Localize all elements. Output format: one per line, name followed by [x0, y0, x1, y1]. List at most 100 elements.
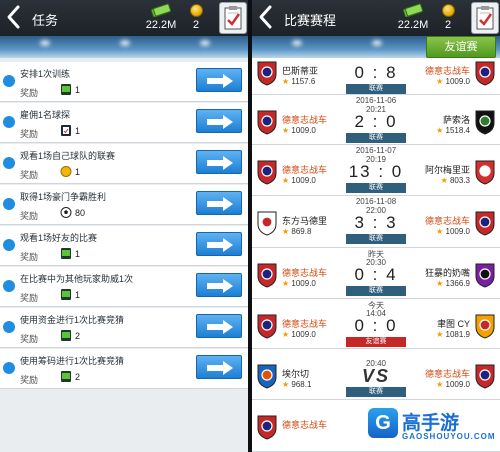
match-row[interactable]: 2016-11-06 20:21 德意志战车 ★ 1009.0 萨索洛 ★ 1518.4 2… — [252, 95, 500, 145]
money-icon — [60, 329, 72, 342]
go-button[interactable] — [196, 232, 242, 256]
match-score: 2 : 0 — [354, 112, 398, 131]
go-button[interactable] — [196, 68, 242, 92]
coin-balance: 2 — [444, 19, 452, 31]
home-team-name: 德意志战车 — [282, 165, 328, 175]
friendly-match-button[interactable]: 友谊赛 — [426, 36, 496, 58]
away-team-rating: ★ 1366.9 — [436, 279, 470, 288]
match-row[interactable]: 2016-11-08 22:00 东方马德里 ★ 869.8 德意志战车 ★ 1009.0… — [252, 196, 500, 248]
stadium-banner — [0, 36, 248, 58]
team-crest-icon — [257, 110, 277, 135]
team-crest-icon — [257, 364, 277, 389]
team-crest-icon — [475, 110, 495, 135]
home-team-rating: ★ 869.8 — [282, 227, 311, 236]
home-team-name: 德意志战车 — [282, 420, 328, 430]
clipboard-icon — [60, 124, 72, 137]
away-team-name: 萨索洛 — [442, 115, 470, 125]
star-icon: ★ — [282, 279, 290, 288]
star-icon: ★ — [282, 126, 290, 135]
home-team-name: 德意志战车 — [282, 268, 328, 278]
team-crest-icon — [257, 314, 277, 339]
task-description: 使用筹码进行1次比赛竞猜 — [20, 356, 125, 366]
arrow-right-icon — [207, 238, 233, 252]
rating-value: 1157.6 — [291, 77, 316, 86]
home-team-rating: ★ 1009.0 — [282, 176, 316, 185]
match-type-tag: 友谊赛 — [346, 337, 406, 347]
reward-label: 奖励 — [20, 88, 39, 98]
team-crest-icon — [257, 415, 277, 440]
go-button[interactable] — [196, 314, 242, 338]
task-row: 使用筹码进行1次比赛竞猜 奖励 2 — [0, 349, 248, 389]
clipboard-button[interactable] — [471, 2, 499, 34]
home-team-name: 德意志战车 — [282, 115, 328, 125]
arrow-right-icon — [207, 361, 233, 375]
back-icon[interactable] — [4, 4, 24, 30]
reward-label: 奖励 — [20, 375, 39, 385]
match-row[interactable]: 昨天 20:30 德意志战车 ★ 1009.0 狂暴的奶嘴 ★ 1366.9 0 : 4 联赛 — [252, 248, 500, 299]
match-score: 13 : 0 — [348, 162, 404, 181]
task-description: 使用资金进行1次比赛竞猜 — [20, 315, 125, 325]
back-icon[interactable] — [256, 4, 276, 30]
match-row[interactable]: 20:40 埃尔切 ★ 968.1 德意志战车 ★ 1009.0 VS 联赛 — [252, 349, 500, 400]
arrow-right-icon — [207, 279, 233, 293]
page-title: 任务 — [32, 13, 59, 28]
task-status-dot — [3, 116, 15, 128]
schedule-panel: 比赛赛程 22.2M 2 友谊赛 巴斯蒂亚 ★ 1157.6 德意志战车 ★ 1009… — [252, 0, 500, 452]
task-row: 雇佣1名球探 奖励 1 — [0, 103, 248, 143]
star-icon: ★ — [282, 227, 290, 236]
away-team-rating: ★ 1009.0 — [436, 380, 470, 389]
away-team-rating: ★ 1518.4 — [436, 126, 470, 135]
reward-value: 1 — [75, 167, 81, 177]
rating-value: 803.3 — [449, 176, 470, 185]
home-team-name: 德意志战车 — [282, 319, 328, 329]
arrow-right-icon — [207, 115, 233, 129]
reward-value: 2 — [75, 331, 81, 341]
away-team-name: 德意志战车 — [424, 66, 470, 76]
task-description: 雇佣1名球探 — [20, 110, 71, 120]
team-crest-icon — [475, 263, 495, 288]
task-row: 观看1场好友的比赛 奖励 1 — [0, 226, 248, 266]
away-team-name: 狂暴的奶嘴 — [424, 268, 470, 278]
go-button[interactable] — [196, 355, 242, 379]
away-team-rating: ★ 1009.0 — [436, 77, 470, 86]
go-button[interactable] — [196, 191, 242, 215]
money-balance: 22.2M — [397, 19, 429, 31]
reward-value: 80 — [75, 208, 86, 218]
task-description: 观看1场好友的比赛 — [20, 233, 98, 243]
task-description: 安排1次训练 — [20, 69, 71, 79]
page-title: 比赛赛程 — [284, 13, 337, 28]
rating-value: 1518.4 — [445, 126, 470, 135]
task-row: 在比赛中为其他玩家助威1次 奖励 1 — [0, 267, 248, 307]
reward-label: 奖励 — [20, 334, 39, 344]
money-icon — [403, 3, 423, 17]
arrow-right-icon — [207, 197, 233, 211]
home-team-rating: ★ 968.1 — [282, 380, 311, 389]
reward-value: 1 — [75, 290, 81, 300]
go-button[interactable] — [196, 273, 242, 297]
go-button[interactable] — [196, 109, 242, 133]
coin-icon — [190, 4, 203, 17]
coin-icon — [442, 4, 455, 17]
task-description: 取得1场豪门争霸胜利 — [20, 192, 107, 202]
money-icon — [60, 247, 72, 260]
watermark-url: GAOSHOUYOU.COM — [402, 432, 496, 441]
money-icon — [60, 83, 72, 96]
rating-value: 1009.0 — [445, 227, 470, 236]
home-team-rating: ★ 1009.0 — [282, 330, 316, 339]
clipboard-icon — [476, 6, 494, 30]
home-team-name: 埃尔切 — [282, 369, 310, 379]
clipboard-icon — [224, 6, 242, 30]
match-row[interactable]: 2016-11-07 20:19 德意志战车 ★ 1009.0 阿尔梅里亚 ★ 803.3… — [252, 145, 500, 196]
reward-label: 奖励 — [20, 252, 39, 262]
clipboard-button[interactable] — [219, 2, 247, 34]
rating-value: 1009.0 — [445, 380, 470, 389]
star-icon: ★ — [436, 279, 444, 288]
match-score: 0 : 8 — [354, 63, 398, 82]
go-button[interactable] — [196, 150, 242, 174]
away-team-name: 阿尔梅里亚 — [424, 165, 470, 175]
match-row[interactable]: 今天 14:04 德意志战车 ★ 1009.0 聿图 CY ★ 1081.9 0 : 0 友谊… — [252, 299, 500, 349]
match-row[interactable]: 巴斯蒂亚 ★ 1157.6 德意志战车 ★ 1009.0 0 : 8 联赛 — [252, 58, 500, 95]
task-status-dot — [3, 157, 15, 169]
team-crest-icon — [475, 61, 495, 86]
task-status-dot — [3, 321, 15, 333]
